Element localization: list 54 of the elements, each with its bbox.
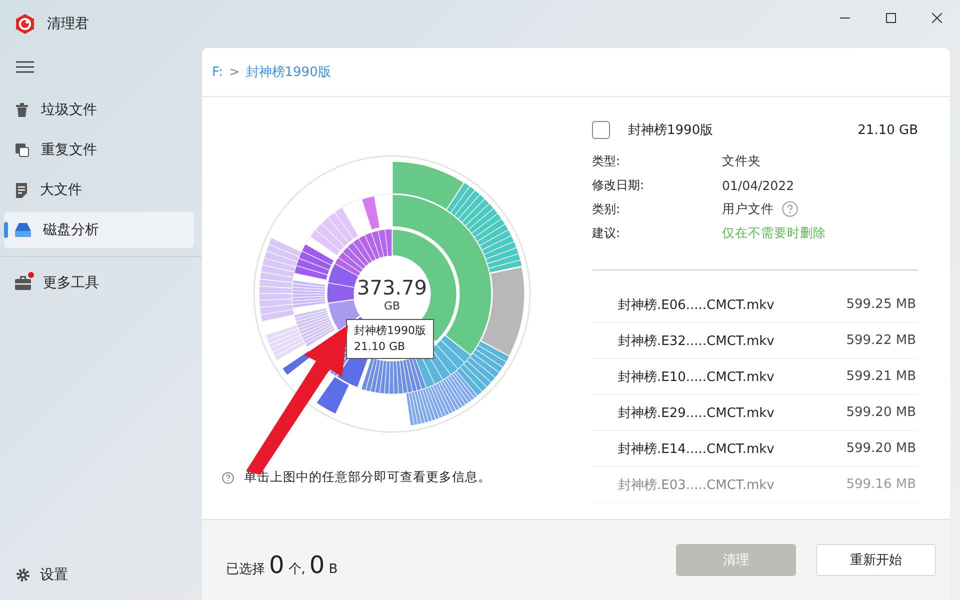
breadcrumb-separator: > [228,64,240,80]
file-size: 599.25 MB [846,297,916,312]
selected-count: 0 [269,551,284,579]
duplicate-icon [15,143,29,157]
sidebar-item[interactable]: 磁盘分析 [4,212,194,248]
restart-button[interactable]: 重新开始 [816,544,936,576]
close-icon[interactable] [932,13,942,23]
file-name[interactable]: 封神榜.E14.....CMCT.mkv [618,440,846,458]
selection-indicator [4,222,8,238]
toolbox-icon [15,276,31,290]
disk-icon [15,223,31,237]
selection-label: 已选择 [226,561,265,578]
folder-name: 封神榜1990版 [628,122,714,139]
file-size: 599.21 MB [846,369,916,384]
field-value: 01/04/2022 [722,178,794,192]
field-value: 文件夹 [722,152,761,170]
menu-icon[interactable] [16,60,34,74]
field-value: 用户文件 [722,200,774,218]
settings-label[interactable]: 设置 [40,566,68,584]
field-label: 修改日期: [592,176,646,194]
folder-size: 21.10 GB [858,122,918,138]
sidebar-item[interactable]: 重复文件 [4,132,194,168]
app-logo-icon [15,14,35,34]
field-value: 仅在不需要时删除 [722,224,826,242]
total-unit: GB [384,300,400,312]
file-name[interactable]: 封神榜.E29.....CMCT.mkv [618,404,846,422]
size-unit: B [328,562,338,577]
sidebar-item[interactable]: 更多工具 [4,265,194,301]
sidebar-item[interactable]: 垃圾文件 [4,92,194,128]
field-label: 类型: [592,152,622,170]
file-size: 599.20 MB [846,441,916,456]
settings-icon[interactable] [16,568,30,582]
help-icon[interactable] [222,472,234,484]
file-name[interactable]: 封神榜.E03.....CMCT.mkv [618,476,846,494]
window-title: 清理君 [47,15,90,33]
help-icon[interactable] [782,201,798,217]
selected-size: 0 [309,551,325,579]
trash-icon [15,103,29,117]
hint-text: 单击上图中的任意部分即可查看更多信息。 [244,469,491,486]
file-name[interactable]: 封神榜.E32.....CMCT.mkv [618,332,846,350]
tooltip: 封神榜1990版 21.10 GB [346,319,434,359]
field-label: 建议: [592,224,622,242]
file-name[interactable]: 封神榜.E06.....CMCT.mkv [618,296,846,314]
count-unit: 个, [288,561,306,578]
file-size: 599.22 MB [846,333,916,348]
file-size: 599.20 MB [846,405,916,420]
field-label: 类别: [592,200,622,218]
document-icon [15,182,28,198]
maximize-icon[interactable] [886,13,896,23]
file-size: 599.16 MB [846,477,916,492]
total-size: 373.79 [357,276,427,300]
select-checkbox[interactable] [592,121,610,139]
file-name[interactable]: 封神榜.E10.....CMCT.mkv [618,368,846,386]
sidebar-item[interactable]: 大文件 [4,172,194,208]
